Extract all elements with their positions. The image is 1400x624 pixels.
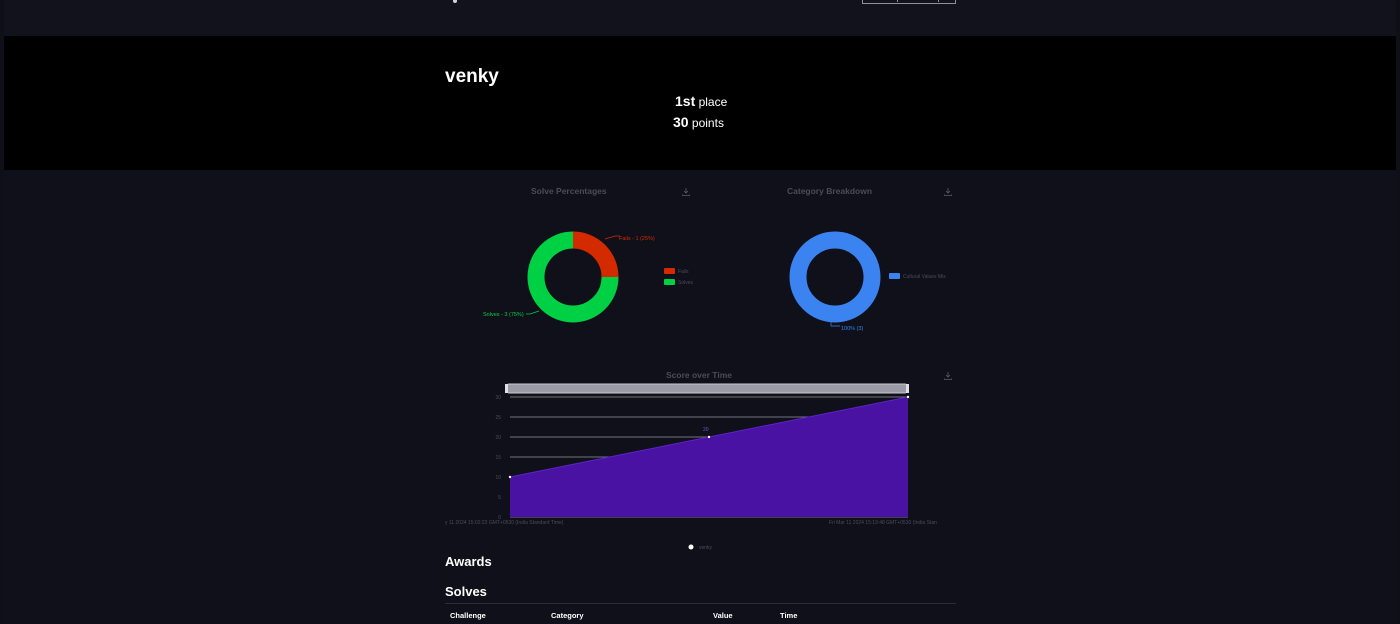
score-point[interactable] [906,395,910,399]
place-value: 1st [675,93,696,109]
team-points: 30 points [673,114,724,130]
y-tick-label: 25 [495,415,501,421]
nav-button-group [862,0,956,4]
point-value-label: 20 [703,427,709,433]
score-point[interactable] [508,475,512,479]
y-tick-label: 10 [495,475,501,481]
score-point[interactable] [707,435,711,439]
category-chart-title: Category Breakdown [787,186,873,196]
nav-button-2[interactable] [898,0,939,2]
y-tick-label: 20 [495,435,501,441]
place-suffix: place [698,95,728,109]
solve-chart-title: Solve Percentages [531,186,607,196]
y-tick-label: 5 [498,495,501,501]
pie-slice-fails[interactable] [572,231,619,278]
download-icon[interactable] [682,188,690,196]
solve-percentage-chart: Fails - 1 (25%) Solves - 3 (75%) Fails S… [483,231,694,323]
top-navbar [4,0,1396,36]
score-y-axis: 302520151050 [495,395,501,521]
legend-solves-swatch[interactable] [664,279,675,285]
th-value[interactable]: Value [713,611,733,620]
category-breakdown-chart: 100% (3) Cultural Values Mix [789,231,946,332]
table-top-border [445,603,956,604]
score-chart-title: Score over Time [666,370,732,380]
solve-donut [527,231,619,323]
nav-button-3[interactable] [939,0,955,2]
category-slice-label: 100% (3) [841,326,863,332]
solves-heading: Solves [445,584,487,599]
legend-fails-label[interactable]: Fails [678,269,689,275]
x-axis-start-label: y 11 2024 15:02:23 GMT+0530 (India Stand… [445,520,564,526]
legend-category-swatch[interactable] [889,273,900,279]
nav-brand-icon[interactable] [453,0,457,3]
points-value: 30 [673,114,689,130]
zoom-slider[interactable] [506,383,908,394]
team-name: venky [445,66,499,87]
pie-slice-category[interactable] [789,231,881,323]
category-donut [789,231,881,323]
score-over-time-chart: 302520151050 20 y 11 2024 15:02:23 GMT+0… [445,383,937,526]
solves-leader-line [526,310,540,315]
legend-venky-label[interactable]: venky [699,545,713,551]
legend-solves-label[interactable]: Solves [678,280,694,286]
nav-button-1[interactable] [863,0,898,2]
zoom-handle-left[interactable] [505,384,508,393]
th-category[interactable]: Category [551,611,584,620]
x-axis-end-label: Fri Mar 11 2024 15:19:48 GMT+0530 (India… [829,520,937,526]
y-tick-label: 15 [495,455,501,461]
score-legend: venky [688,544,713,551]
legend-fails-swatch[interactable] [664,268,675,274]
download-icon[interactable] [944,188,952,196]
th-challenge[interactable]: Challenge [450,611,486,620]
y-tick-label: 30 [495,395,501,401]
download-icon[interactable] [944,372,952,380]
legend-category-label[interactable]: Cultural Values Mix [903,274,946,280]
th-time[interactable]: Time [780,611,797,620]
legend-venky-dot[interactable] [688,544,694,550]
awards-heading: Awards [445,554,492,569]
page-frame: venky 1st place 30 points Solve Percenta… [4,0,1396,624]
solves-slice-label: Solves - 3 (75%) [483,312,524,318]
points-suffix: points [691,116,724,130]
team-header: venky 1st place 30 points [4,36,1396,170]
fails-leader-line [604,235,620,240]
team-place: 1st place [675,93,727,109]
zoom-handle-right[interactable] [906,384,909,393]
fails-slice-label: Fails - 1 (25%) [619,236,655,242]
